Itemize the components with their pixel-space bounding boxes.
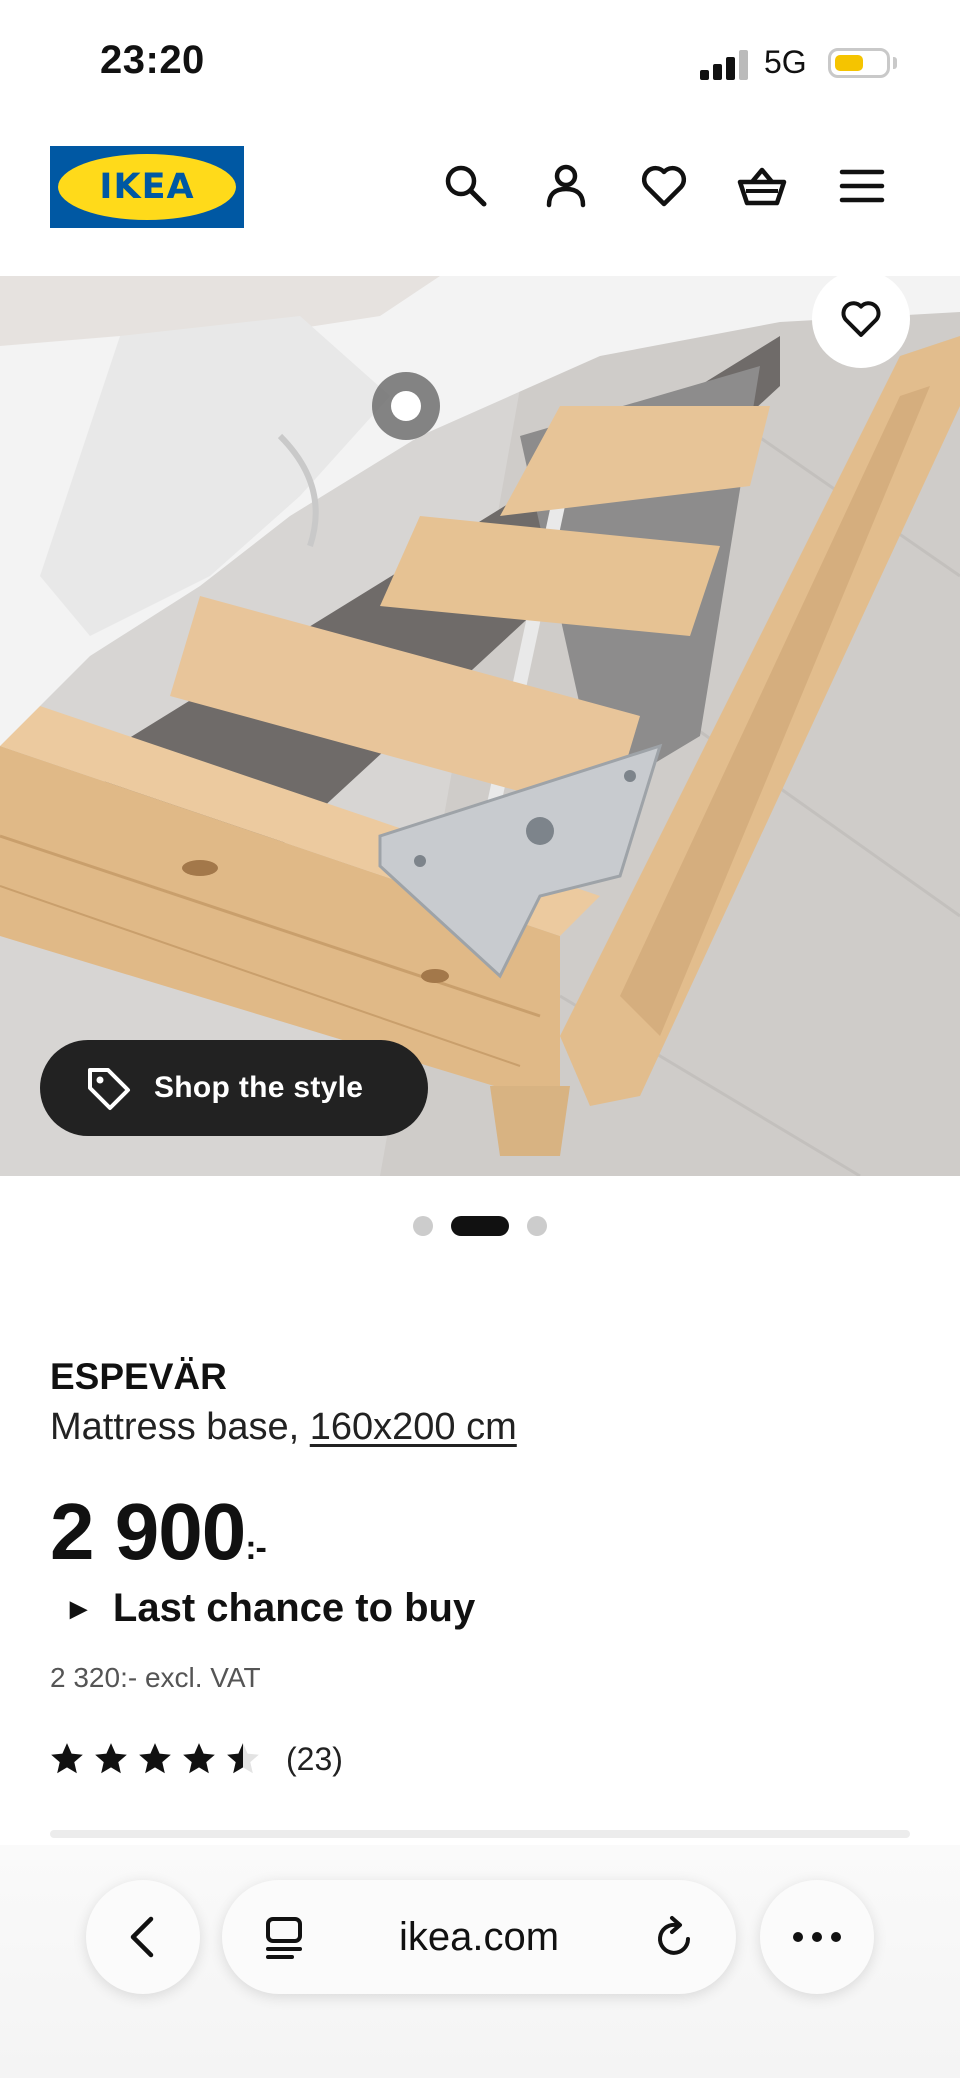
battery-level	[835, 55, 863, 71]
browser-back-button[interactable]	[86, 1880, 200, 1994]
carousel-dot-1[interactable]	[413, 1216, 433, 1236]
product-rating[interactable]: (23)	[48, 1740, 343, 1778]
wishlist-icon[interactable]	[638, 160, 690, 212]
ikea-logo[interactable]: IKEA	[50, 146, 244, 228]
url-text: ikea.com	[398, 1914, 560, 1959]
logo-text: IKEA	[99, 167, 195, 207]
star-icon	[183, 1743, 215, 1774]
address-bar[interactable]: ikea.com	[222, 1880, 736, 1994]
carousel-dot-2[interactable]	[451, 1216, 509, 1236]
shop-the-style-label: Shop the style	[154, 1071, 364, 1104]
product-size-link[interactable]: 160x200 cm	[310, 1406, 517, 1448]
add-to-wishlist-button[interactable]	[812, 270, 910, 368]
last-chance-toggle[interactable]: ▶ Last chance to buy	[70, 1586, 475, 1631]
caret-right-icon: ▶	[70, 1595, 87, 1621]
shop-the-style-button[interactable]: Shop the style	[40, 1040, 428, 1136]
product-description: Mattress base, 160x200 cm	[50, 1406, 517, 1449]
battery-icon	[828, 48, 890, 78]
product-name: ESPEVÄR	[50, 1356, 227, 1397]
signal-strength-icon	[700, 50, 752, 80]
more-icon	[793, 1932, 841, 1942]
logo-oval: IKEA	[58, 154, 236, 220]
hotspot-dot	[391, 391, 421, 421]
chevron-left-icon	[130, 1916, 154, 1958]
star-icon	[139, 1743, 171, 1774]
tabs-icon	[266, 1917, 302, 1959]
half-star-icon	[227, 1743, 259, 1774]
search-icon[interactable]	[440, 160, 492, 212]
star-icon	[95, 1743, 127, 1774]
tag-icon	[88, 1068, 130, 1110]
heart-icon	[841, 301, 881, 337]
battery-nub	[893, 57, 897, 69]
carousel-dot-3[interactable]	[527, 1216, 547, 1236]
section-divider	[50, 1830, 910, 1838]
price-excl-vat: 2 320:- excl. VAT	[50, 1662, 261, 1693]
price-suffix: :-	[245, 1529, 267, 1567]
cart-icon[interactable]	[736, 160, 788, 212]
reload-icon[interactable]	[652, 1913, 696, 1961]
network-type: 5G	[764, 44, 807, 80]
star-icon	[51, 1743, 83, 1774]
last-chance-label: Last chance to buy	[112, 1586, 476, 1630]
product-price: 2 900:-	[50, 1486, 267, 1578]
product-hotspot[interactable]	[372, 372, 440, 440]
browser-more-button[interactable]	[760, 1880, 874, 1994]
menu-icon[interactable]	[836, 160, 888, 212]
price-value: 2 900	[50, 1487, 246, 1576]
carousel-indicator[interactable]	[0, 1214, 960, 1238]
status-time: 23:20	[100, 38, 205, 82]
review-count: (23)	[286, 1740, 343, 1777]
product-type: Mattress base,	[50, 1406, 310, 1448]
account-icon[interactable]	[540, 160, 592, 212]
